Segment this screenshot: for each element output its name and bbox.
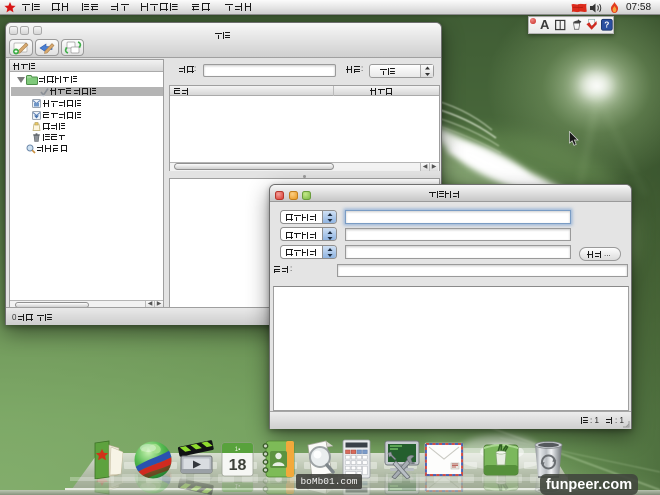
svg-text:18: 18 — [229, 457, 247, 474]
svg-text:?: ? — [605, 20, 610, 30]
svg-text:1▪: 1▪ — [235, 447, 240, 453]
